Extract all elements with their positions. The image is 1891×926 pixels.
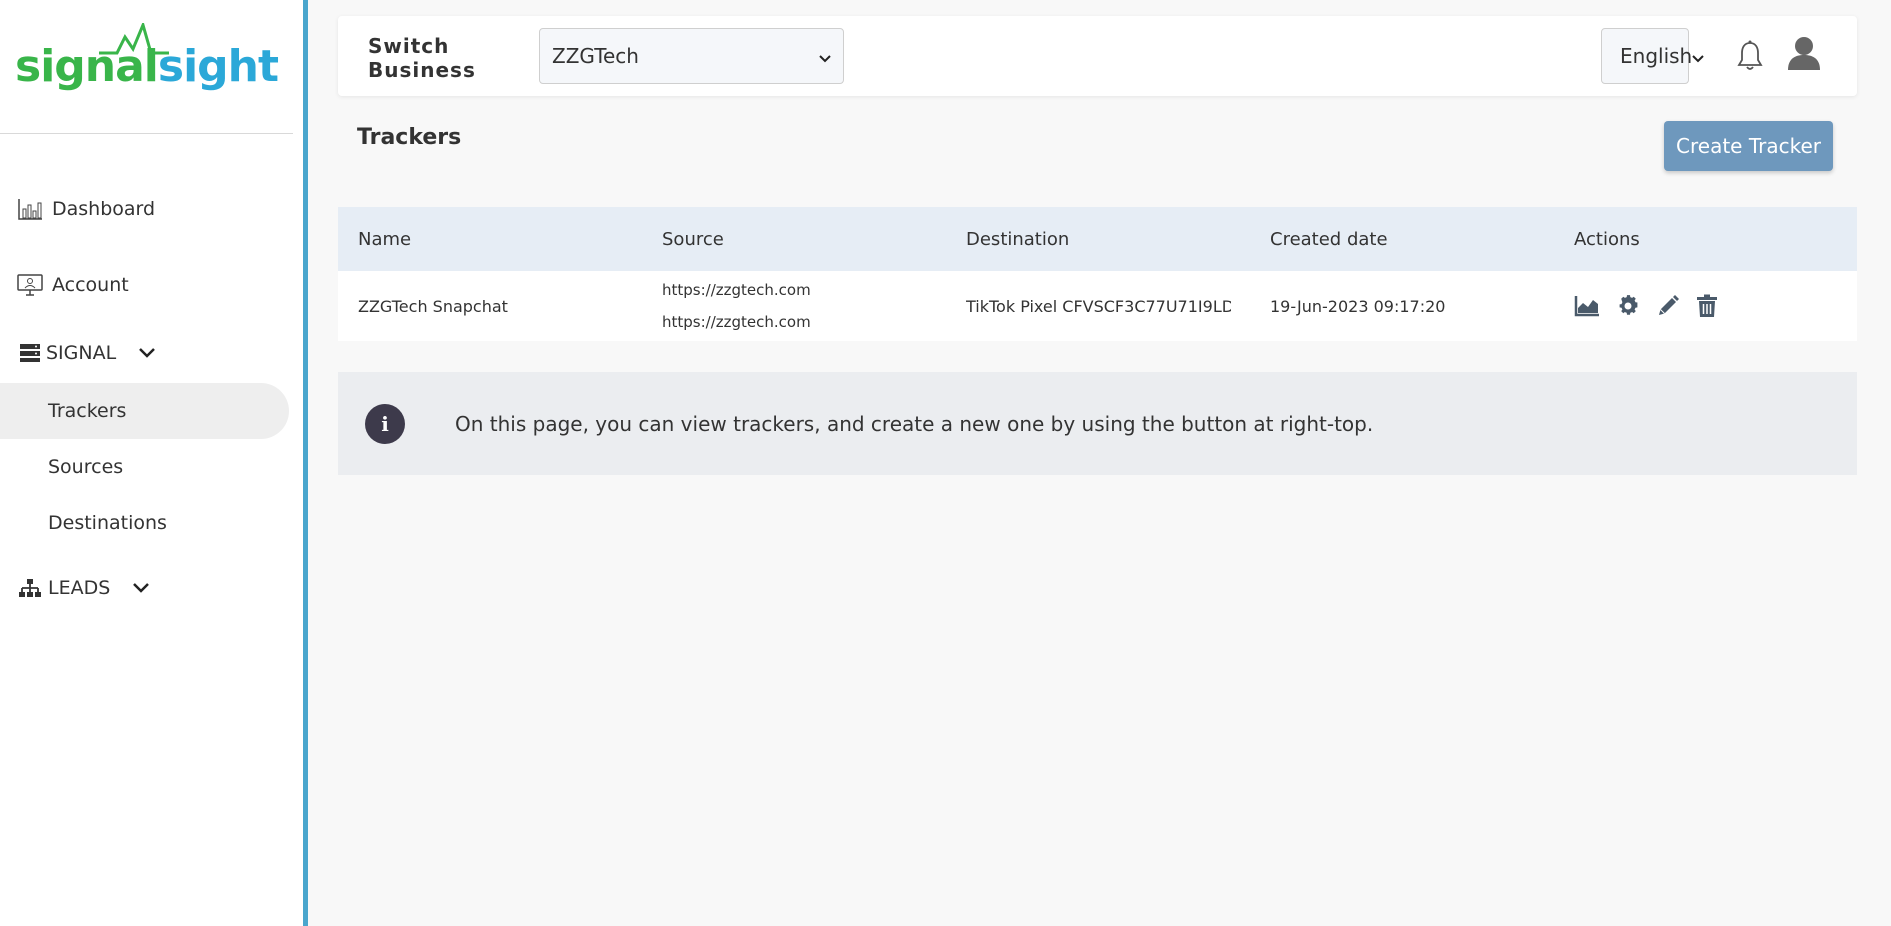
info-text: On this page, you can view trackers, and… [455,411,1374,436]
sidebar-item-dashboard[interactable]: Dashboard [0,194,290,224]
sidebar-group-signal[interactable]: SIGNAL [0,338,290,368]
chevron-down-icon [819,44,831,68]
sidebar-item-account-label: Account [52,274,129,296]
logo-signal-wave-icon [99,23,169,55]
cell-destination: TikTok Pixel CFVSCF3C77U71I9LD [966,296,1231,316]
logo-text: signalsight [15,23,279,92]
language-select[interactable]: English [1601,28,1704,84]
table-row: ZZGTech Snapchat https://zzgtech.com htt… [338,271,1857,341]
table-header: Name Source Destination Created date Act… [338,207,1857,271]
source-url: https://zzgtech.com [662,281,811,299]
pencil-icon[interactable] [1656,294,1680,318]
info-circle-icon: i [365,403,405,444]
cell-actions [1574,294,1718,318]
sidebar-group-signal-label: SIGNAL [46,342,117,364]
sidebar: signalsight Dashboard Account SIGNAL Tra… [0,0,308,926]
sidebar-item-trackers[interactable]: Trackers [0,383,289,439]
chevron-down-icon[interactable] [138,347,156,359]
business-select[interactable]: ZZGTech [539,28,844,84]
logo[interactable]: signalsight [0,0,293,134]
info-banner: i On this page, you can view trackers, a… [338,372,1857,475]
column-header-source[interactable]: Source [662,229,724,250]
column-header-destination[interactable]: Destination [966,229,1231,250]
cell-created-date: 19-Jun-2023 09:17:20 [1270,296,1446,316]
column-header-actions: Actions [1574,228,1640,250]
business-select-value: ZZGTech [552,44,639,68]
column-header-name[interactable]: Name [358,229,411,250]
chevron-down-icon [1692,44,1704,68]
sidebar-item-sources[interactable]: Sources [0,439,289,495]
chart-icon [16,195,44,223]
sitemap-icon [16,574,44,602]
chevron-down-icon[interactable] [132,582,150,594]
sidebar-group-leads-label: LEADS [48,577,111,599]
logo-sight: sight [157,41,279,92]
source-url: https://zzgtech.com [662,313,811,331]
sidebar-item-dashboard-label: Dashboard [52,198,156,220]
server-icon [16,339,44,367]
trackers-table: Name Source Destination Created date Act… [338,207,1857,341]
trash-icon[interactable] [1696,294,1718,318]
sidebar-item-account[interactable]: Account [0,270,290,300]
switch-business-label: Switch Business [368,34,476,82]
page-title: Trackers [357,125,462,150]
column-header-created-date[interactable]: Created date [1270,229,1388,250]
user-avatar-icon[interactable] [1786,36,1822,74]
bell-icon[interactable] [1736,40,1764,76]
gear-icon[interactable] [1616,294,1640,318]
create-tracker-button[interactable]: Create Tracker [1664,121,1833,171]
monitor-user-icon [16,271,44,299]
cell-source: https://zzgtech.com https://zzgtech.com [662,274,811,338]
top-bar: Switch Business ZZGTech English [338,16,1857,96]
language-select-value: English [1620,44,1693,68]
cell-name: ZZGTech Snapchat [358,296,508,316]
sidebar-group-leads[interactable]: LEADS [0,573,290,603]
area-chart-icon[interactable] [1574,295,1600,317]
sidebar-item-destinations[interactable]: Destinations [0,495,289,551]
